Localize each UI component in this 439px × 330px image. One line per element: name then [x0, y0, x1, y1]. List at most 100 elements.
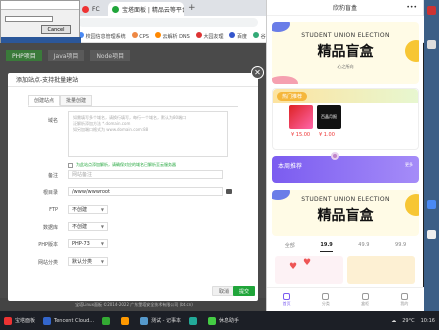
dns-checkbox[interactable] [68, 162, 73, 168]
close-icon[interactable]: ✕ [251, 66, 264, 79]
bookmark-label: CPS [139, 33, 149, 40]
banner-title: 精品盲盒 [317, 208, 374, 224]
recommend-title: 本周推荐 [278, 163, 303, 170]
product-thumb[interactable] [347, 256, 415, 284]
decor-shape [272, 76, 298, 84]
tab-node[interactable]: Node项目 [90, 50, 131, 61]
category-tab[interactable]: 49.9 [358, 242, 369, 252]
cursor-indicator [331, 152, 339, 160]
taskbar-item[interactable]: 宝塔面板 [0, 311, 39, 330]
banner-signature: 心之所向 [337, 64, 354, 69]
category-select[interactable]: 默认分类 ▼ [68, 257, 108, 266]
taskbar-item[interactable]: Tencent Cloud... [39, 311, 98, 330]
user-icon [400, 292, 408, 300]
folder-icon[interactable] [226, 189, 232, 194]
taskbar-item[interactable] [117, 311, 136, 330]
domain-textarea[interactable]: 如需填写多个域名，请换行填写，每行一个域名，默认为80端口 泛解析添加方法 *.… [68, 111, 228, 157]
progress-dialog: Cancel [0, 0, 81, 45]
taskbar-item[interactable]: 测试 - 记事本 [136, 311, 185, 330]
tab-create-site[interactable]: 创建站点 [28, 95, 61, 106]
category-select-value: 默认分类 [72, 259, 93, 265]
taskbar-label: 宝塔面板 [15, 318, 36, 324]
nav-label: 盒柜 [361, 300, 370, 306]
dns-checkbox-row[interactable]: 为此站点添加解析，请确保对应的域名已解析至云服务器 [68, 162, 176, 168]
database-label: 数据库 [42, 225, 58, 231]
taskbar-item[interactable] [185, 311, 204, 330]
new-tab-icon[interactable]: + [188, 3, 196, 13]
product-image[interactable] [289, 105, 313, 129]
taskbar-item[interactable] [98, 311, 117, 330]
product-thumb[interactable]: ♥ ♥ [275, 256, 343, 284]
bookmark-item[interactable]: CPS [131, 31, 149, 40]
app-icon [121, 316, 130, 325]
category-tab[interactable]: 99.9 [395, 242, 406, 252]
address-bar[interactable] [78, 18, 258, 27]
bookmark-icon [253, 31, 260, 38]
ftp-select[interactable]: 不创建 ▼ [68, 205, 108, 214]
remark-input[interactable]: 网站备注 [68, 170, 223, 179]
bookmark-icon [131, 31, 138, 38]
browser-tab[interactable]: FC [78, 2, 108, 16]
root-label: 根目录 [42, 190, 58, 196]
mobile-header: 欣豹盲盒 ••• [267, 0, 423, 16]
app-icon [189, 316, 198, 325]
cancel-button[interactable]: Cancel [41, 25, 71, 34]
nav-category[interactable]: 分类 [321, 292, 330, 307]
nav-profile[interactable]: 我的 [400, 292, 408, 307]
tab-batch-create[interactable]: 批量创建 [60, 95, 93, 106]
taskbar-item[interactable]: 休息助手 [204, 311, 243, 330]
tab-divider [28, 106, 238, 107]
php-version-select[interactable]: PHP-73 ▼ [68, 239, 108, 248]
bookmark-item[interactable]: 百度 [229, 31, 248, 40]
bookmark-icon [229, 31, 236, 38]
clock[interactable]: 10:16 [421, 318, 435, 324]
app-icon [102, 316, 111, 325]
submit-button[interactable]: 提交 [233, 286, 256, 296]
taskbar-label: 休息助手 [219, 318, 240, 324]
tab-favicon-icon [82, 5, 89, 13]
database-select[interactable]: 不创建 ▼ [68, 222, 108, 231]
system-tray: ☁ 29°C 10:16 [391, 311, 435, 330]
app-icon[interactable] [427, 40, 436, 49]
taskbar: 宝塔面板 Tencent Cloud... 测试 - 记事本 休息助手 ☁ 29… [0, 311, 439, 330]
bookmark-item[interactable]: 云解析 DNS [154, 31, 190, 40]
nav-home[interactable]: 首页 [283, 292, 291, 307]
hot-products-card: 热门推荐 百晶月报 ¥ 15.00 ¥ 1.00 [272, 88, 419, 150]
app-icon[interactable] [427, 200, 436, 209]
tab-favicon-icon [112, 5, 119, 13]
app-icon[interactable] [427, 230, 436, 239]
progress-bar [5, 16, 53, 22]
product-image[interactable]: 百晶月报 [317, 105, 341, 129]
modal-tabs: 创建站点 批量创建 [28, 95, 93, 106]
taskbar-label: Tencent Cloud... [54, 317, 95, 324]
taskbar-label: 测试 - 记事本 [151, 318, 182, 324]
project-tabs: PHP项目 Java项目 Node项目 [6, 50, 131, 61]
mobile-bottom-nav: 首页 分类 盒柜 我的 [267, 287, 424, 311]
bookmark-label: 百度 [237, 33, 248, 40]
tab-php[interactable]: PHP项目 [6, 50, 42, 61]
browser-tab-active[interactable]: 宝塔面板 | 精品云等平台 ✕ [108, 2, 184, 16]
desktop-edge [424, 0, 439, 311]
more-icon[interactable]: ••• [406, 4, 417, 11]
domain-label: 域名 [47, 118, 58, 124]
app-icon[interactable] [427, 6, 436, 15]
recommend-more-link[interactable]: 更多 [405, 162, 413, 168]
heart-icon: ♥ [289, 262, 298, 272]
bookmark-item[interactable]: 大园友理 [195, 31, 224, 40]
bookmark-item[interactable]: 校园信息管理系统 [78, 31, 126, 40]
root-dir-input[interactable]: /www/wwwroot [68, 187, 223, 196]
home-icon [283, 292, 291, 300]
nav-box[interactable]: 盒柜 [361, 292, 370, 307]
banner-subtitle: STUDENT UNION ELECTION [301, 32, 390, 39]
top-banner[interactable]: STUDENT UNION ELECTION 精品盲盒 心之所向 [272, 22, 419, 84]
bookmark-label: 大园友理 [203, 33, 224, 40]
category-tab-active[interactable]: 19.9 [320, 242, 333, 252]
weather-text: 29°C [402, 317, 415, 324]
weekly-recommend-card[interactable]: 本周推荐 更多 [272, 156, 419, 183]
nav-label: 分类 [321, 300, 330, 306]
add-site-modal: 添加站点-支持批量建站 ✕ 创建站点 批量创建 域名 如需填写多个域名，请换行填… [8, 66, 264, 301]
mid-banner[interactable]: STUDENT UNION ELECTION 精品盲盒 [272, 190, 419, 236]
category-tab[interactable]: 全部 [285, 242, 295, 252]
decor-shape [272, 22, 290, 32]
tab-java[interactable]: Java项目 [47, 50, 85, 61]
